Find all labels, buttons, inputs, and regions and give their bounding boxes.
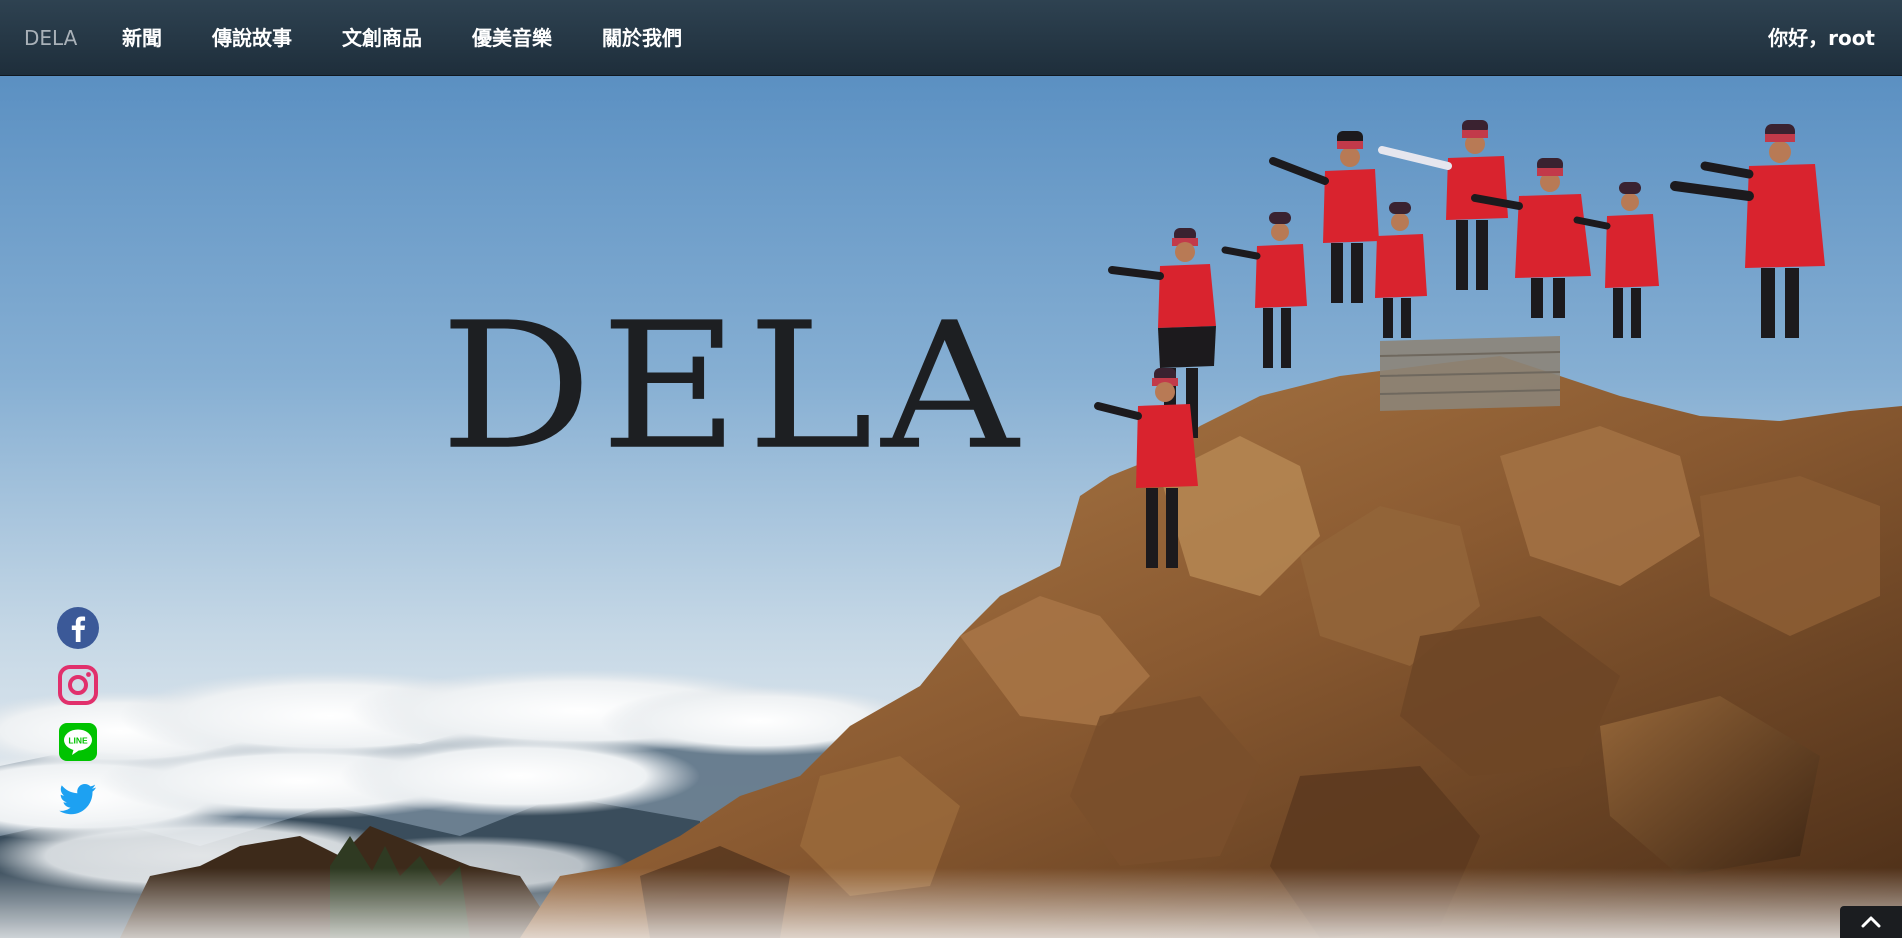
- hero-background-image: [0, 76, 1902, 938]
- svg-text:LINE: LINE: [68, 736, 88, 746]
- hero-title: DELA: [440, 284, 1027, 489]
- nav-link-music[interactable]: 優美音樂: [472, 24, 552, 52]
- nav-link-about[interactable]: 關於我們: [602, 24, 682, 52]
- nav-link-news[interactable]: 新聞: [122, 24, 162, 52]
- line-icon[interactable]: LINE: [56, 720, 100, 764]
- nav-links: 新聞 傳說故事 文創商品 優美音樂 關於我們: [122, 24, 732, 52]
- top-navbar: DELA 新聞 傳說故事 文創商品 優美音樂 關於我們 你好，root: [0, 0, 1902, 76]
- hero-banner: DELA: [0, 76, 1902, 938]
- twitter-icon[interactable]: [56, 777, 100, 821]
- chevron-up-icon: [1861, 916, 1881, 928]
- instagram-icon[interactable]: [56, 663, 100, 707]
- nav-link-products[interactable]: 文創商品: [342, 24, 422, 52]
- user-greeting[interactable]: 你好，root: [1768, 24, 1875, 52]
- brand-logo-link[interactable]: DELA: [24, 24, 77, 52]
- facebook-icon[interactable]: [56, 606, 100, 650]
- back-to-top-button[interactable]: [1840, 906, 1902, 938]
- page: DELA 新聞 傳說故事 文創商品 優美音樂 關於我們 你好，root DELA…: [0, 0, 1902, 938]
- nav-link-legends[interactable]: 傳說故事: [212, 24, 292, 52]
